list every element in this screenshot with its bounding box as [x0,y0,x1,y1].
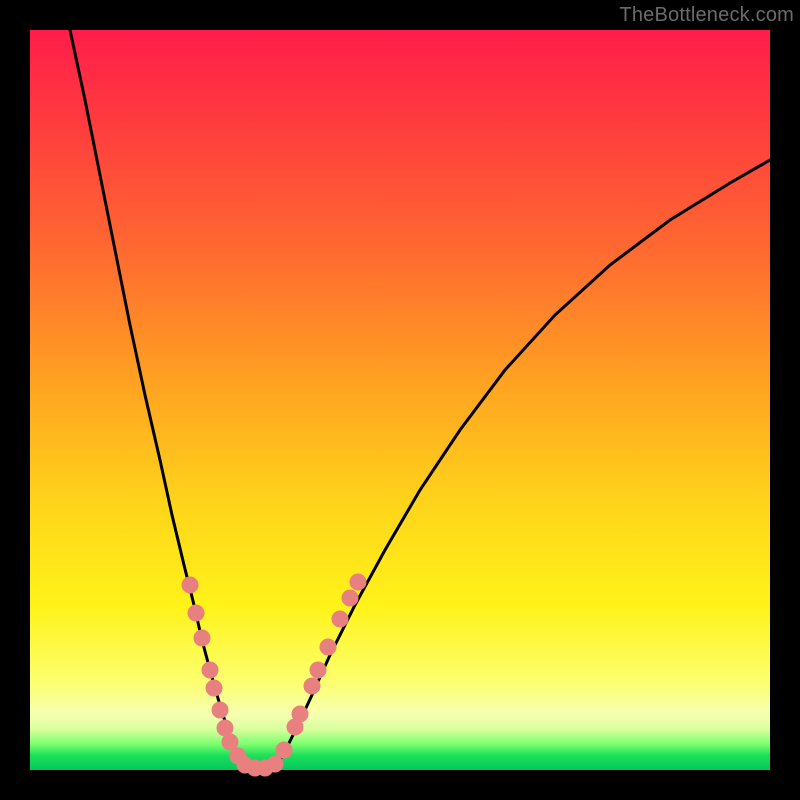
data-dot [194,630,210,646]
watermark-text: TheBottleneck.com [619,4,794,27]
data-dot [350,574,366,590]
curve-left [70,30,240,760]
data-dot [267,756,283,772]
data-dot [332,611,348,627]
data-dot [304,678,320,694]
dots-group [182,574,366,776]
curve-right [280,160,770,760]
data-dot [276,742,292,758]
data-dot [212,702,228,718]
curve-svg [30,30,770,770]
data-dot [320,639,336,655]
data-dot [310,662,326,678]
data-dot [222,734,238,750]
plot-area [30,30,770,770]
data-dot [182,577,198,593]
data-dot [206,680,222,696]
data-dot [188,605,204,621]
data-dot [342,590,358,606]
chart-frame: TheBottleneck.com [0,0,800,800]
data-dot [292,706,308,722]
data-dot [202,662,218,678]
